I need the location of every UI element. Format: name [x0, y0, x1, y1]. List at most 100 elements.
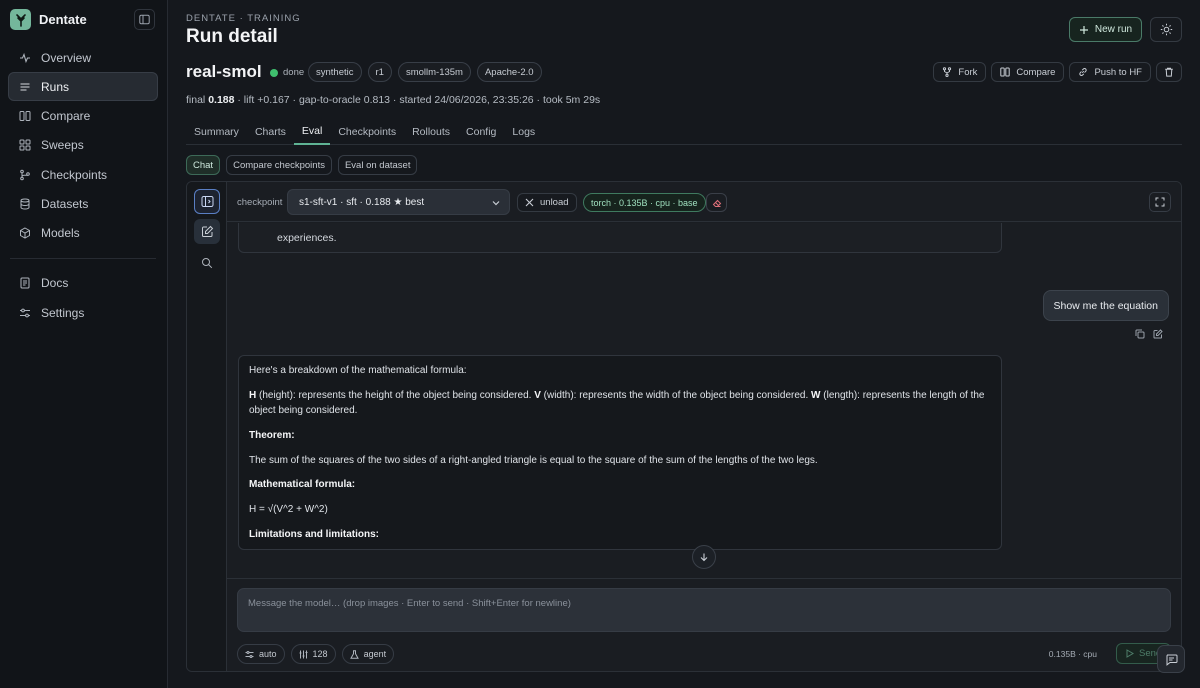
subtab-compare-checkpoints[interactable]: Compare checkpoints	[226, 155, 332, 175]
sidebar-item-label: Sweeps	[41, 138, 84, 153]
user-message: Show me the equation	[1042, 290, 1169, 321]
max-tokens-label: 128	[312, 649, 328, 659]
sidebar: Dentate Overview Runs Compare Sweeps Che…	[0, 0, 168, 688]
sidebar-item-checkpoints[interactable]: Checkpoints	[8, 160, 158, 189]
tab-checkpoints[interactable]: Checkpoints	[330, 119, 404, 145]
search-chats-button[interactable]	[194, 250, 220, 275]
scroll-to-bottom-button[interactable]	[692, 545, 716, 569]
run-tag[interactable]: smollm-135m	[397, 62, 471, 82]
agent-label: agent	[363, 649, 387, 659]
compare-label: Compare	[1016, 66, 1056, 78]
main-content: DENTATE · TRAINING Run detail New run re…	[186, 0, 1182, 688]
unload-label: unload	[540, 197, 569, 208]
sidebar-toggle-icon	[139, 14, 150, 25]
sidebar-item-label: Runs	[41, 79, 70, 94]
trash-icon	[1165, 67, 1173, 77]
search-icon	[202, 257, 213, 268]
brand[interactable]: Dentate	[10, 9, 87, 30]
sidebar-item-settings[interactable]: Settings	[8, 298, 158, 327]
mode-option[interactable]: auto	[237, 644, 285, 664]
var-symbol: V	[534, 389, 541, 401]
sidebar-item-runs[interactable]: Runs	[8, 72, 158, 102]
runtime-badge: torch · 0.135B · cpu · base	[583, 193, 706, 212]
message-input[interactable]: Message the model… (drop images · Enter …	[237, 588, 1171, 632]
columns-icon	[1000, 67, 1011, 77]
toggle-history-button[interactable]	[194, 189, 220, 214]
doc-icon	[20, 277, 30, 289]
subtab-chat[interactable]: Chat	[186, 155, 221, 175]
final-label: final	[186, 94, 206, 106]
run-tag[interactable]: Apache-2.0	[476, 62, 542, 82]
sidebar-item-overview[interactable]: Overview	[8, 43, 158, 72]
mode-label: auto	[259, 649, 277, 659]
eraser-icon	[712, 199, 721, 207]
grid-icon	[19, 139, 31, 151]
message-tools	[1135, 329, 1163, 339]
tab-eval[interactable]: Eval	[293, 119, 331, 145]
sidebar-item-docs[interactable]: Docs	[8, 269, 158, 298]
sliders-icon	[20, 308, 30, 317]
edit-icon[interactable]	[1153, 329, 1163, 339]
page-title: Run detail	[186, 26, 278, 47]
tab-config[interactable]: Config	[458, 119, 504, 145]
activity-icon	[20, 52, 30, 63]
push-to-hf-button[interactable]: Push to HF	[1069, 62, 1151, 82]
run-tags: synthetic r1 smollm-135m Apache-2.0	[308, 62, 542, 82]
database-icon	[20, 198, 30, 210]
max-tokens-option[interactable]: 128	[290, 644, 336, 664]
dentate-logo-icon	[10, 9, 31, 30]
sliders-icon	[245, 650, 254, 658]
delete-run-button[interactable]	[1156, 62, 1182, 82]
run-actions: Fork Compare Push to HF	[933, 62, 1182, 82]
sidebar-item-models[interactable]: Models	[8, 219, 158, 248]
link-icon	[1079, 68, 1088, 76]
subtab-eval-on-dataset[interactable]: Eval on dataset	[337, 155, 418, 175]
run-tag[interactable]: r1	[367, 62, 392, 82]
status-label: done	[283, 67, 305, 78]
var-desc: (height): represents the height of the o…	[256, 389, 535, 401]
run-status: done	[270, 67, 304, 78]
unload-button[interactable]: unload	[517, 193, 577, 212]
eject-model-button[interactable]	[706, 193, 727, 212]
collapse-sidebar-button[interactable]	[134, 9, 155, 30]
play-icon	[1126, 649, 1134, 658]
new-run-button[interactable]: New run	[1069, 17, 1142, 42]
run-tag[interactable]: synthetic	[308, 62, 362, 82]
chat-topbar: checkpoint s1-sft-v1 · sft · 0.188 ★ bes…	[227, 182, 1181, 222]
sidebar-item-label: Settings	[41, 305, 85, 320]
close-icon	[525, 198, 534, 207]
feedback-chat-button[interactable]	[1157, 645, 1185, 673]
tab-charts[interactable]: Charts	[247, 119, 294, 145]
flask-icon	[349, 649, 359, 659]
agent-option[interactable]: agent	[341, 644, 395, 664]
tab-rollouts[interactable]: Rollouts	[404, 119, 458, 145]
assistant-message-previous: experiences.	[238, 223, 1002, 253]
tab-logs[interactable]: Logs	[504, 119, 543, 145]
sidebar-item-datasets[interactable]: Datasets	[8, 189, 158, 218]
limits-heading: Limitations and limitations:	[249, 528, 380, 540]
tab-summary[interactable]: Summary	[186, 119, 247, 145]
sidebar-item-label: Models	[41, 226, 80, 241]
theorem-heading: Theorem:	[249, 429, 295, 441]
run-name: real-smol	[186, 62, 262, 81]
model-meta: 0.135B · cpu	[1048, 649, 1097, 659]
plus-icon	[1079, 25, 1088, 34]
panel-icon	[201, 196, 213, 207]
composer-options: auto 128 agent	[237, 644, 395, 664]
copy-icon[interactable]	[1135, 329, 1145, 339]
fork-button[interactable]: Fork	[933, 62, 987, 82]
checkpoint-select[interactable]: s1-sft-v1 · sft · 0.188 ★ best	[287, 189, 510, 215]
chat-messages: experiences. Show me the equation Here's…	[227, 223, 1181, 578]
sidebar-item-compare[interactable]: Compare	[8, 102, 158, 131]
sidebar-item-sweeps[interactable]: Sweeps	[8, 131, 158, 160]
sidebar-nav: Overview Runs Compare Sweeps Checkpoints…	[8, 43, 158, 327]
arrow-down-icon	[700, 553, 708, 562]
composer-area: Message the model… (drop images · Enter …	[227, 578, 1181, 671]
edit-icon	[201, 225, 213, 237]
sidebar-item-label: Checkpoints	[41, 167, 108, 182]
sidebar-item-label: Compare	[41, 109, 91, 124]
new-chat-button[interactable]	[194, 219, 220, 244]
theme-toggle-button[interactable]	[1150, 17, 1182, 42]
compare-button[interactable]: Compare	[991, 62, 1065, 82]
fullscreen-button[interactable]	[1149, 192, 1171, 212]
